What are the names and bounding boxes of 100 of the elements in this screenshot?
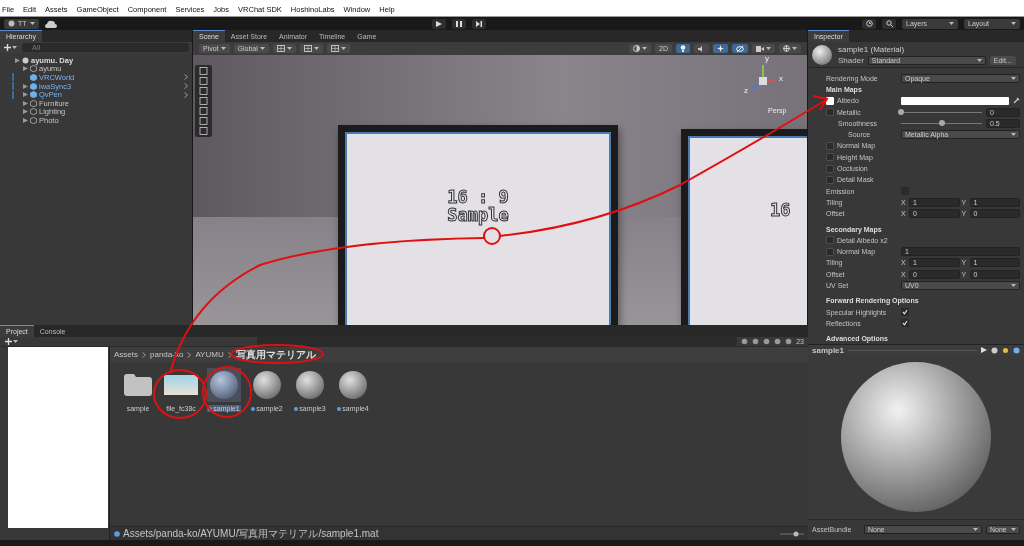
annotation-ellipse: [153, 369, 207, 419]
chevron-icon: [187, 351, 192, 358]
frame-text: 16 : 9: [447, 189, 509, 207]
caret-icon: [1011, 76, 1016, 80]
play-icon: [436, 20, 443, 27]
breadcrumb-item[interactable]: Assets: [114, 350, 138, 359]
grid-dropdown[interactable]: [326, 44, 350, 53]
caret-icon: [29, 22, 35, 25]
sphere-icon: [210, 371, 238, 399]
asset-tile[interactable]: [293, 368, 327, 402]
caret-icon: [1011, 22, 1016, 25]
caret-icon: [642, 47, 648, 50]
sphere-icon: [991, 346, 998, 354]
grid-snap-button[interactable]: [272, 44, 296, 53]
asset-path: Assets/panda-ko/AYUMU/写真用マテリアル/sample1.mat: [123, 526, 379, 541]
play-icon: [981, 347, 987, 354]
annotation-ellipse: [202, 366, 252, 418]
zoom-slider-icon: [780, 530, 804, 537]
caret-icon: [340, 47, 346, 50]
image-thumbnail: [164, 375, 198, 395]
caret-icon: [13, 340, 18, 343]
axis-label: x: [779, 74, 783, 83]
expand-arrow-icon[interactable]: [22, 83, 28, 89]
add-button[interactable]: [4, 337, 19, 346]
axis-label: y: [765, 55, 769, 63]
sphere-icon: [253, 371, 281, 399]
visibility-toggle[interactable]: [732, 44, 748, 53]
snap-icon: [303, 45, 312, 52]
material-dot-icon: [294, 406, 299, 411]
breadcrumb-item[interactable]: AYUMU: [195, 350, 224, 359]
checkbox[interactable]: [901, 308, 909, 317]
step-icon: [476, 20, 483, 27]
slider-thumb[interactable]: [898, 109, 904, 116]
audio-toggle[interactable]: [694, 44, 709, 53]
caret-icon: [766, 47, 771, 50]
material-icon: [114, 530, 120, 537]
eye-slash-icon: [736, 45, 744, 52]
shading-dropdown[interactable]: [629, 44, 652, 53]
sphere-icon: [339, 371, 367, 399]
asset-tile[interactable]: [250, 368, 284, 402]
plus-icon: [5, 338, 12, 345]
caret-icon: [1011, 284, 1016, 287]
add-button[interactable]: [3, 43, 18, 52]
caret-icon: [220, 47, 226, 50]
caret-icon: [1011, 528, 1016, 532]
snap-increment-button[interactable]: [299, 44, 323, 53]
caret-icon: [949, 22, 954, 25]
expand-arrow-icon[interactable]: [22, 92, 28, 98]
history-icon: [865, 20, 873, 27]
caret-icon: [976, 58, 982, 62]
slider-thumb[interactable]: [938, 120, 945, 127]
caret-icon: [286, 47, 292, 50]
caret-icon: [313, 47, 319, 50]
asset-tile[interactable]: [336, 368, 370, 402]
grid-icon: [276, 45, 285, 52]
cube-icon: [30, 65, 37, 73]
camera-icon: [756, 45, 764, 52]
effects-toggle[interactable]: [713, 44, 728, 53]
material-dot-icon: [337, 406, 342, 411]
color-field[interactable]: [901, 96, 1009, 105]
lighting-toggle[interactable]: [676, 44, 690, 53]
slider[interactable]: [901, 108, 982, 116]
eyedropper-icon: [1013, 97, 1020, 105]
breadcrumb-item[interactable]: 写真用マテリアル: [235, 347, 316, 362]
plus-icon: [4, 44, 11, 51]
material-dot-icon: [208, 406, 213, 411]
step-button[interactable]: [472, 18, 487, 29]
shading-icon: [633, 45, 641, 52]
caret-icon: [792, 47, 797, 50]
preview-title: sample1: [812, 345, 845, 355]
cloud-icon: [44, 19, 57, 28]
gizmos-dropdown[interactable]: [779, 44, 801, 53]
search-field[interactable]: [257, 337, 738, 346]
gizmo-icon: [783, 45, 790, 52]
caret-icon: [973, 528, 978, 532]
pause-button[interactable]: [452, 18, 467, 29]
lightbulb-icon: [680, 45, 686, 52]
caret-icon: [1011, 133, 1016, 137]
frame-text: Sample: [447, 207, 509, 225]
camera-dropdown[interactable]: [752, 44, 775, 53]
expand-arrow-icon[interactable]: [22, 100, 28, 106]
grid-icon: [330, 45, 339, 52]
asset-tile[interactable]: [207, 368, 241, 402]
frame-text: 16: [770, 202, 791, 220]
expand-arrow-icon[interactable]: [22, 109, 28, 115]
expand-arrow-icon[interactable]: [22, 66, 28, 72]
history-button[interactable]: [862, 18, 876, 29]
material-dot-icon: [251, 406, 256, 411]
shader-label: Shader: [838, 55, 864, 65]
expand-arrow-icon[interactable]: [22, 117, 28, 123]
search-button[interactable]: [882, 18, 896, 29]
checkbox[interactable]: [901, 319, 909, 328]
chevron-icon: [227, 351, 232, 358]
sparkle-icon: [717, 45, 724, 52]
play-button[interactable]: [432, 18, 447, 29]
sphere-icon: [296, 371, 324, 399]
material-title: sample1 (Material): [838, 44, 906, 54]
pause-icon: [456, 20, 463, 27]
expand-arrow-icon: [14, 57, 20, 63]
caret-icon: [259, 47, 265, 50]
